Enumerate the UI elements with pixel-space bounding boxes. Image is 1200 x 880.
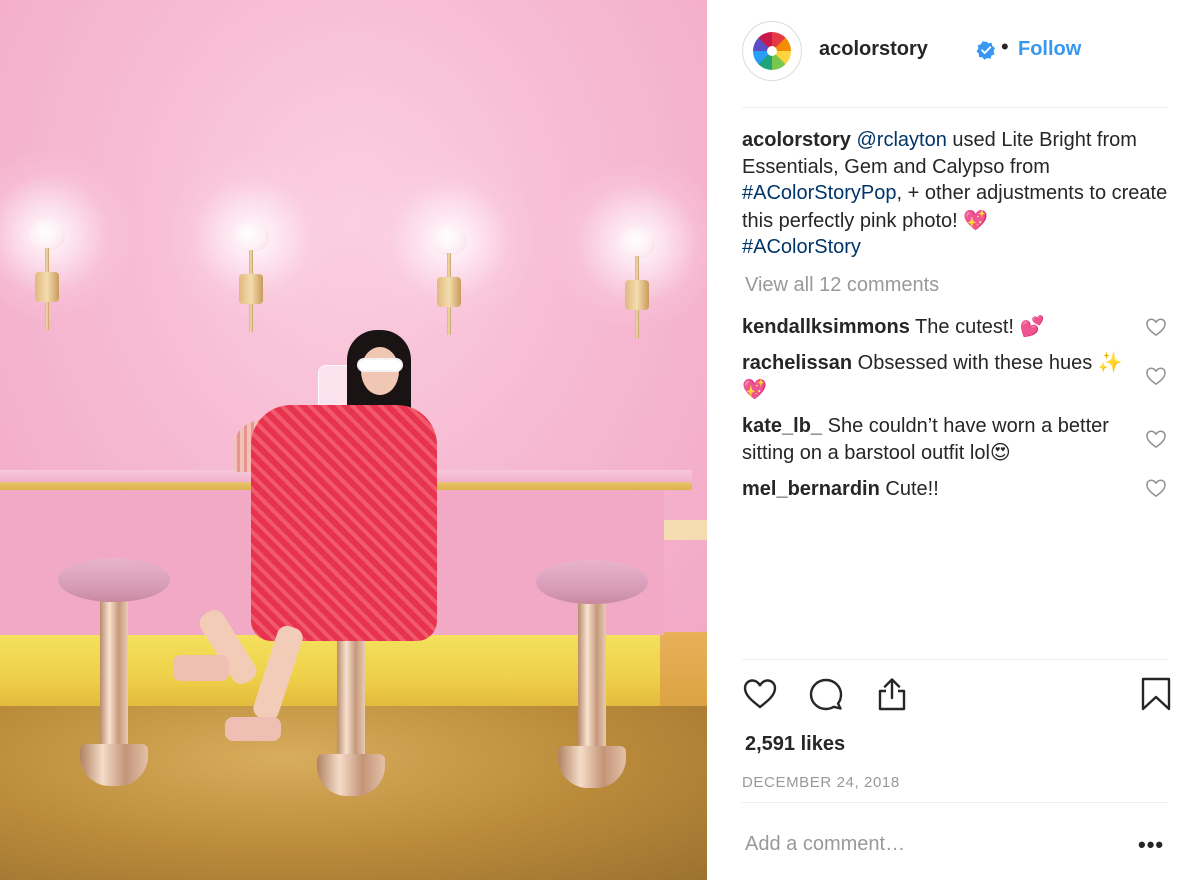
comment-text: Cute!! <box>885 478 939 500</box>
share-icon[interactable] <box>874 676 910 712</box>
comment-username[interactable]: mel_bernardin <box>742 478 880 500</box>
comment-bubble-icon[interactable] <box>808 676 844 712</box>
follow-button[interactable]: Follow <box>1018 38 1081 61</box>
bookmark-icon[interactable] <box>1138 676 1174 712</box>
sparkling-heart-emoji: 💖 <box>963 207 989 232</box>
comment: mel_bernardin Cute!! <box>742 476 1142 503</box>
caption-mention[interactable]: @rclayton <box>857 129 947 151</box>
caption-hashtag[interactable]: #AColorStory <box>742 236 861 258</box>
separator-dot: • <box>1001 34 1009 59</box>
date-divider <box>742 802 1168 803</box>
comments-divider <box>742 659 1168 660</box>
caption-hashtag[interactable]: #AColorStoryPop <box>742 182 897 204</box>
likes-count[interactable]: 2,591 likes <box>745 733 845 756</box>
view-all-comments-link[interactable]: View all 12 comments <box>745 274 939 297</box>
photo-person <box>173 325 445 745</box>
avatar[interactable] <box>742 21 802 81</box>
heart-icon[interactable] <box>742 676 778 712</box>
post-caption: acolorstory @rclayton used Lite Bright f… <box>742 127 1172 261</box>
comment: kate_lb_ She couldn’t have worn a better… <box>742 413 1142 467</box>
post-header: acolorstory • Follow <box>742 20 1168 81</box>
post-date: DECEMBER 24, 2018 <box>742 774 900 791</box>
comment-username[interactable]: kendallksimmons <box>742 316 910 338</box>
comment-like-icon[interactable] <box>1145 366 1167 386</box>
caption-username[interactable]: acolorstory <box>742 129 851 151</box>
comment-like-icon[interactable] <box>1145 429 1167 449</box>
color-wheel-logo <box>753 32 791 70</box>
post-sidebar: acolorstory • Follow acolorstory @rclayt… <box>707 0 1200 880</box>
comment-username[interactable]: kate_lb_ <box>742 415 822 437</box>
header-divider <box>742 107 1168 108</box>
more-options-button[interactable]: ••• <box>1138 832 1164 858</box>
comment: rachelissan Obsessed with these hues ✨💖 <box>742 350 1142 404</box>
comment-like-icon[interactable] <box>1145 478 1167 498</box>
comment: kendallksimmons The cutest! 💕 <box>742 314 1142 341</box>
comment-like-icon[interactable] <box>1145 317 1167 337</box>
post-actions <box>742 676 1171 716</box>
username-link[interactable]: acolorstory <box>819 38 928 61</box>
post-photo[interactable] <box>0 0 707 880</box>
verified-badge-icon <box>976 41 995 60</box>
comment-text: The cutest! 💕 <box>915 316 1045 338</box>
photo-shelf <box>664 520 707 540</box>
comment-username[interactable]: rachelissan <box>742 352 852 374</box>
add-comment-input[interactable] <box>745 828 1125 860</box>
